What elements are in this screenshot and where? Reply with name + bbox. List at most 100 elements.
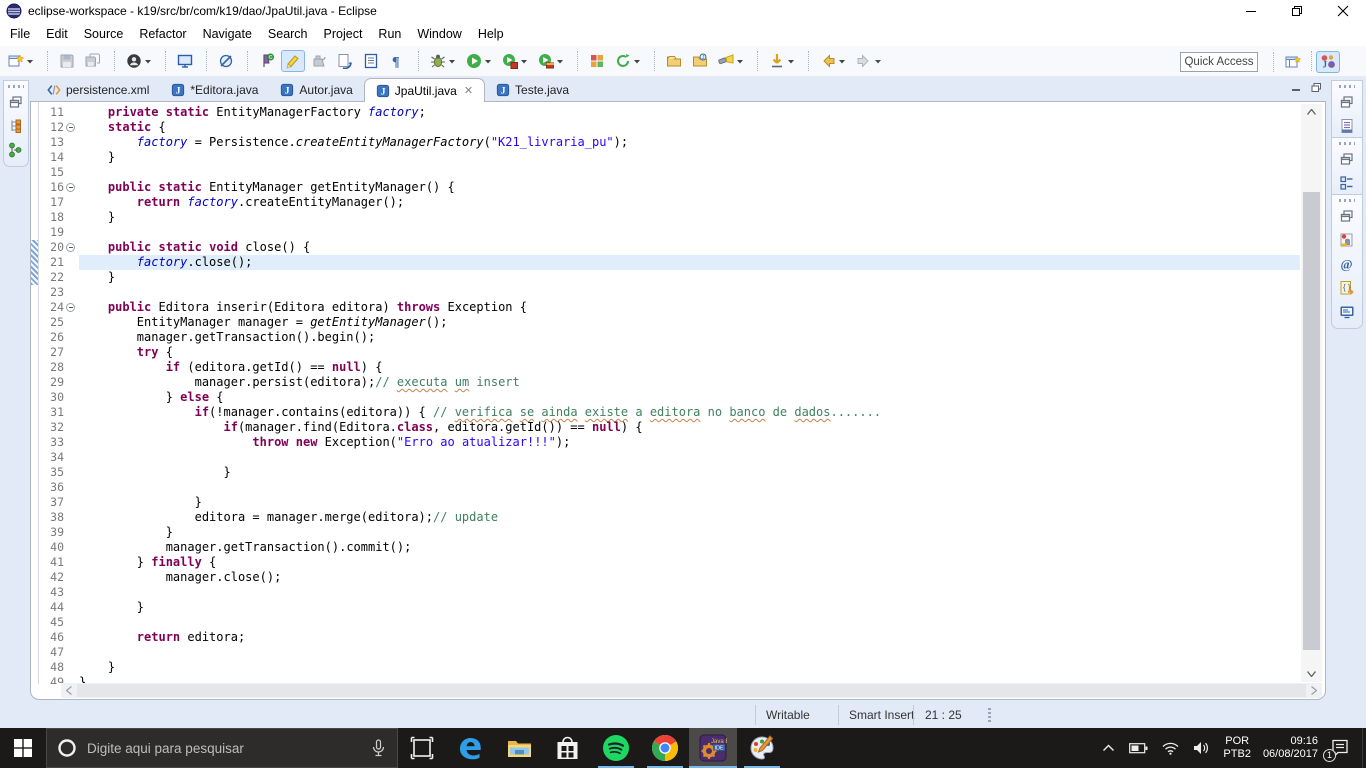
open-perspective-button[interactable]	[1281, 51, 1305, 73]
fold-margin[interactable]	[64, 495, 79, 510]
code-line-18[interactable]: 18 }	[31, 210, 1300, 225]
new-servlet-button[interactable]	[333, 50, 357, 72]
menu-run[interactable]: Run	[370, 24, 409, 44]
line-number[interactable]: 31	[31, 405, 64, 420]
line-number[interactable]: 38	[31, 510, 64, 525]
code-line-44[interactable]: 44 }	[31, 600, 1300, 615]
line-number[interactable]: 37	[31, 495, 64, 510]
fold-margin[interactable]	[64, 585, 79, 600]
fold-margin[interactable]	[64, 510, 79, 525]
code-text[interactable]: EntityManager manager = getEntityManager…	[79, 315, 1300, 330]
build-all-button[interactable]	[307, 50, 331, 72]
tab-persistence-xml[interactable]: persistence.xml	[36, 78, 160, 102]
menu-search[interactable]: Search	[260, 24, 316, 44]
tray-expand-icon[interactable]	[1102, 744, 1115, 752]
fold-margin[interactable]	[64, 420, 79, 435]
code-text[interactable]: return editora;	[79, 630, 1300, 645]
code-text[interactable]	[79, 165, 1300, 180]
code-text[interactable]: throw new Exception("Erro ao atualizar!!…	[79, 435, 1300, 450]
line-number[interactable]: 49	[31, 675, 64, 684]
tab-close-icon[interactable]: ✕	[464, 84, 473, 97]
line-number[interactable]: 11	[31, 105, 64, 120]
start-button[interactable]	[0, 728, 46, 768]
menu-refactor[interactable]: Refactor	[131, 24, 194, 44]
code-text[interactable]: manager.persist(editora);// executa um i…	[79, 375, 1300, 390]
code-line-36[interactable]: 36	[31, 480, 1300, 495]
line-number[interactable]: 16	[31, 180, 64, 195]
code-line-17[interactable]: 17 return factory.createEntityManager();	[31, 195, 1300, 210]
minimize-editor-button[interactable]	[1291, 82, 1302, 93]
code-line-21[interactable]: 21 factory.close();	[31, 255, 1300, 270]
line-number[interactable]: 48	[31, 660, 64, 675]
taskbar-windows-store-app[interactable]	[544, 728, 592, 768]
fold-margin[interactable]	[64, 525, 79, 540]
restore-view-icon[interactable]	[1336, 91, 1358, 113]
fold-margin[interactable]	[64, 345, 79, 360]
fold-margin[interactable]	[64, 120, 79, 135]
code-text[interactable]: if(!manager.contains(editora)) { // veri…	[79, 405, 1300, 420]
code-line-14[interactable]: 14 }	[31, 150, 1300, 165]
line-number[interactable]: 14	[31, 150, 64, 165]
line-number[interactable]: 45	[31, 615, 64, 630]
code-line-40[interactable]: 40 manager.getTransaction().commit();	[31, 540, 1300, 555]
line-number[interactable]: 27	[31, 345, 64, 360]
code-text[interactable]: } else {	[79, 390, 1300, 405]
quick-access-box[interactable]: Quick Access	[1180, 52, 1258, 72]
code-line-27[interactable]: 27 try {	[31, 345, 1300, 360]
taskbar-file-explorer-app[interactable]	[495, 728, 543, 768]
javaee-perspective-button[interactable]: J	[1316, 51, 1340, 73]
code-text[interactable]: if (editora.getId() == null) {	[79, 360, 1300, 375]
code-line-33[interactable]: 33 throw new Exception("Erro ao atualiza…	[31, 435, 1300, 450]
line-number[interactable]: 35	[31, 465, 64, 480]
code-line-11[interactable]: 11 private static EntityManagerFactory f…	[31, 105, 1300, 120]
code-text[interactable]	[79, 615, 1300, 630]
code-line-20[interactable]: 20 public static void close() {	[31, 240, 1300, 255]
code-text[interactable]: public static EntityManager getEntityMan…	[79, 180, 1300, 195]
fold-margin[interactable]	[64, 630, 79, 645]
restore-view-icon[interactable]	[5, 91, 27, 113]
fold-margin[interactable]	[64, 330, 79, 345]
code-line-35[interactable]: 35 }	[31, 465, 1300, 480]
restore-view-icon[interactable]	[1336, 205, 1358, 227]
line-number[interactable]: 26	[31, 330, 64, 345]
code-editor[interactable]: 11 private static EntityManagerFactory f…	[30, 102, 1326, 700]
code-line-32[interactable]: 32 if(manager.find(Editora.class, editor…	[31, 420, 1300, 435]
fold-margin[interactable]	[64, 150, 79, 165]
menu-navigate[interactable]: Navigate	[195, 24, 260, 44]
line-number[interactable]: 12	[31, 120, 64, 135]
maximize-editor-button[interactable]	[1311, 82, 1322, 93]
code-line-43[interactable]: 43	[31, 585, 1300, 600]
line-number[interactable]: 33	[31, 435, 64, 450]
line-number[interactable]: 30	[31, 390, 64, 405]
line-number[interactable]: 42	[31, 570, 64, 585]
code-line-19[interactable]: 19	[31, 225, 1300, 240]
code-text[interactable]	[79, 225, 1300, 240]
taskbar-task-view-button[interactable]	[398, 728, 446, 768]
code-text[interactable]	[79, 645, 1300, 660]
code-text[interactable]: }	[79, 465, 1300, 480]
outline-icon[interactable]	[1336, 172, 1358, 194]
code-text[interactable]: }	[79, 210, 1300, 225]
code-line-38[interactable]: 38 editora = manager.merge(editora);// u…	[31, 510, 1300, 525]
fold-margin[interactable]	[64, 360, 79, 375]
code-line-22[interactable]: 22 }	[31, 270, 1300, 285]
tab--editora-java[interactable]: J*Editora.java	[160, 78, 269, 102]
fold-collapse-icon[interactable]	[66, 123, 75, 132]
fold-margin[interactable]	[64, 195, 79, 210]
scroll-down-arrow[interactable]	[1301, 666, 1322, 682]
fold-margin[interactable]	[64, 390, 79, 405]
junit-button[interactable]	[585, 50, 609, 72]
javadoc-icon[interactable]: @	[1336, 253, 1358, 275]
last-edit-button[interactable]	[765, 50, 799, 72]
fold-margin[interactable]	[64, 135, 79, 150]
forward-button[interactable]	[852, 50, 886, 72]
code-line-30[interactable]: 30 } else {	[31, 390, 1300, 405]
code-line-24[interactable]: 24 public Editora inserir(Editora editor…	[31, 300, 1300, 315]
show-whitespace-button[interactable]: ¶	[385, 50, 409, 72]
fold-collapse-icon[interactable]	[66, 183, 75, 192]
scroll-left-arrow[interactable]	[61, 683, 77, 698]
code-text[interactable]: } finally {	[79, 555, 1300, 570]
fold-margin[interactable]	[64, 240, 79, 255]
line-number[interactable]: 17	[31, 195, 64, 210]
show-view-doc-button[interactable]	[359, 50, 383, 72]
